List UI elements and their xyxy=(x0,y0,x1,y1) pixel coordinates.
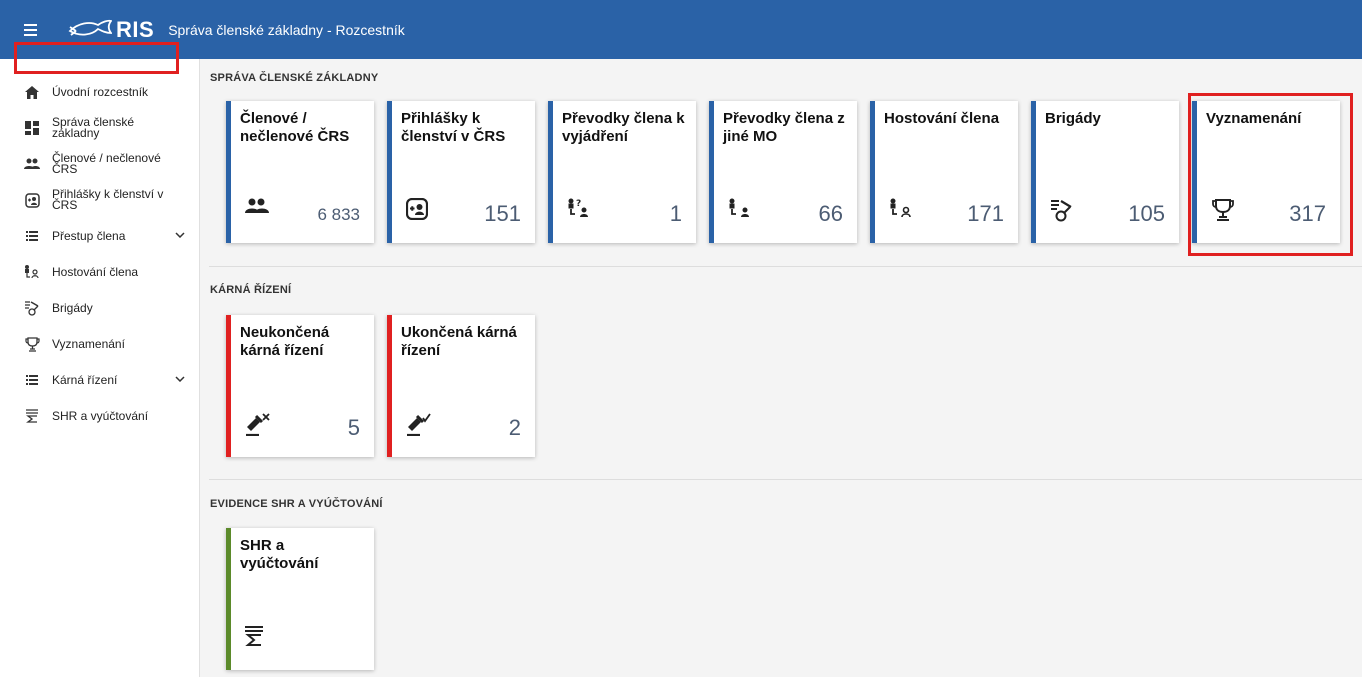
sidebar-item-membership[interactable]: Správa členské základny xyxy=(0,110,199,146)
list-icon xyxy=(24,228,40,244)
card-brigades[interactable]: Brigády 105 xyxy=(1031,101,1179,243)
guest-icon xyxy=(24,264,40,280)
card-count: 5 xyxy=(347,415,360,440)
sum-icon xyxy=(24,408,40,424)
chevron-down-icon[interactable] xyxy=(175,376,185,382)
card-shr[interactable]: SHR a vyúčtování xyxy=(226,528,374,670)
sidebar-item-label: Hostování člena xyxy=(52,264,139,279)
trophy-icon xyxy=(24,336,40,352)
card-title: Členové / nečlenové ČRS xyxy=(240,110,350,145)
sidebar-item-shr[interactable]: SHR a vyúčtování xyxy=(0,398,199,434)
sidebar-item-home[interactable]: Úvodní rozcestník xyxy=(0,74,199,110)
chevron-down-icon[interactable] xyxy=(175,232,185,238)
brigade-icon xyxy=(24,300,40,316)
card-count: 317 xyxy=(1289,201,1326,226)
divider xyxy=(209,266,1362,267)
sidebar-item-label: Správa členské základny xyxy=(52,115,135,140)
card-count: 171 xyxy=(967,201,1004,226)
transfer-question-icon: ? xyxy=(567,198,593,224)
card-title: Převodky člena k vyjádření xyxy=(562,110,685,145)
card-count: 151 xyxy=(484,201,521,226)
card-count: 66 xyxy=(818,201,843,226)
card-awards[interactable]: Vyznamenání 317 xyxy=(1192,101,1340,243)
brigade-icon xyxy=(1050,198,1076,224)
card-title: Vyznamenání xyxy=(1206,110,1302,127)
sidebar-item-label: Brigády xyxy=(52,300,93,315)
fish-logo-icon xyxy=(68,19,112,36)
sidebar-item-label: Vyznamenání xyxy=(52,336,125,351)
card-count: 2 xyxy=(508,415,521,440)
top-bar: RIS Správa členské základny - Rozcestník xyxy=(0,0,1362,59)
people-icon xyxy=(24,156,40,172)
card-count: 1 xyxy=(669,201,682,226)
trophy-icon xyxy=(1211,198,1237,224)
app-logo[interactable]: RIS xyxy=(68,17,154,43)
card-hosting[interactable]: Hostování člena 171 xyxy=(870,101,1018,243)
svg-text:?: ? xyxy=(576,199,581,209)
divider xyxy=(209,479,1362,480)
sidebar-item-applications[interactable]: Přihlášky k členství v ČRS xyxy=(0,182,199,218)
menu-icon[interactable] xyxy=(24,23,44,36)
card-disciplinary-open[interactable]: Neukončená kárná řízení 5 xyxy=(226,315,374,457)
sidebar: Úvodní rozcestník Správa členské základn… xyxy=(0,59,200,677)
card-title: Převodky člena z jiné MO xyxy=(723,110,845,145)
sidebar-item-label: SHR a vyúčtování xyxy=(52,408,149,423)
gavel-x-icon xyxy=(245,412,271,438)
list-icon xyxy=(24,372,40,388)
sidebar-item-awards[interactable]: Vyznamenání xyxy=(0,326,199,362)
card-applications[interactable]: Přihlášky k členství v ČRS 151 xyxy=(387,101,535,243)
card-title: Hostování člena xyxy=(884,110,1000,127)
section-title-disciplinary: KÁRNÁ ŘÍZENÍ xyxy=(210,284,292,296)
sidebar-item-label: Úvodní rozcestník xyxy=(52,84,149,99)
card-transfer-other[interactable]: Převodky člena z jiné MO 66 xyxy=(709,101,857,243)
card-count: 105 xyxy=(1128,201,1165,226)
sidebar-item-disciplinary[interactable]: Kárná řízení xyxy=(0,362,199,398)
card-title: SHR a vyúčtování xyxy=(240,537,319,572)
card-count: 6 833 xyxy=(317,205,360,224)
card-title: Ukončená kárná řízení xyxy=(401,324,517,359)
card-title: Přihlášky k členství v ČRS xyxy=(401,110,506,145)
sidebar-item-label: Členové / nečlenové ČRS xyxy=(52,151,161,176)
sidebar-item-hosting[interactable]: Hostování člena xyxy=(0,254,199,290)
main-content: SPRÁVA ČLENSKÉ ZÁKLADNY Členové / nečlen… xyxy=(201,59,1362,677)
transfer-icon xyxy=(728,198,754,224)
dashboard-icon xyxy=(24,120,40,136)
section-title-membership: SPRÁVA ČLENSKÉ ZÁKLADNY xyxy=(210,72,379,84)
card-title: Brigády xyxy=(1045,110,1101,127)
sidebar-item-label: Přestup člena xyxy=(52,228,126,243)
sidebar-item-brigades[interactable]: Brigády xyxy=(0,290,199,326)
card-members[interactable]: Členové / nečlenové ČRS 6 833 xyxy=(226,101,374,243)
sidebar-item-members[interactable]: Členové / nečlenové ČRS xyxy=(0,146,199,182)
sidebar-item-label: Kárná řízení xyxy=(52,372,118,387)
add-person-icon xyxy=(24,192,40,208)
home-icon xyxy=(24,84,40,100)
people-icon xyxy=(245,198,271,224)
section-title-shr: EVIDENCE SHR A VYÚČTOVÁNÍ xyxy=(210,498,383,510)
gavel-check-icon xyxy=(406,412,432,438)
sum-icon xyxy=(245,625,271,651)
card-transfer-review[interactable]: Převodky člena k vyjádření ? 1 xyxy=(548,101,696,243)
card-title: Neukončená kárná řízení xyxy=(240,324,330,359)
logo-text: RIS xyxy=(116,16,155,42)
sidebar-item-transfer[interactable]: Přestup člena xyxy=(0,218,199,254)
guest-icon xyxy=(889,198,915,224)
sidebar-item-label: Přihlášky k členství v ČRS xyxy=(52,187,164,212)
page-title: Správa členské základny - Rozcestník xyxy=(168,21,405,38)
card-disciplinary-closed[interactable]: Ukončená kárná řízení 2 xyxy=(387,315,535,457)
add-person-icon xyxy=(405,197,432,224)
